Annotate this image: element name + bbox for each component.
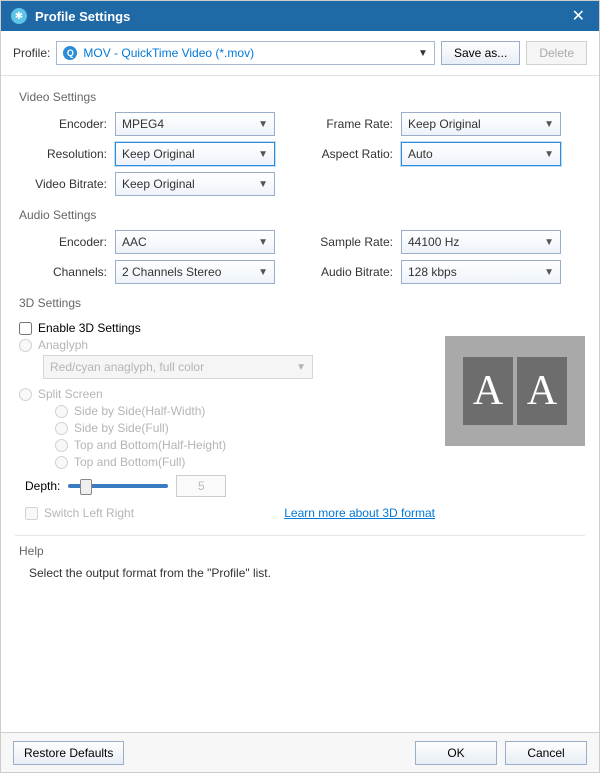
sample-rate-label: Sample Rate:	[305, 235, 401, 249]
audio-bitrate-label: Audio Bitrate:	[305, 265, 401, 279]
sample-rate-select[interactable]: 44100 Hz▼	[401, 230, 561, 254]
audio-settings-group: Audio Settings Encoder: AAC▼ Sample Rate…	[15, 208, 585, 284]
chevron-down-icon: ▼	[544, 149, 554, 160]
chevron-down-icon: ▼	[258, 179, 268, 190]
audio-encoder-label: Encoder:	[15, 235, 115, 249]
audio-bitrate-select[interactable]: 128 kbps▼	[401, 260, 561, 284]
app-icon	[11, 8, 27, 24]
tb-full-radio: Top and Bottom(Full)	[55, 455, 435, 469]
channels-select[interactable]: 2 Channels Stereo▼	[115, 260, 275, 284]
profile-value: MOV - QuickTime Video (*.mov)	[83, 46, 418, 60]
video-bitrate-select[interactable]: Keep Original▼	[115, 172, 275, 196]
quicktime-icon: Q	[63, 46, 77, 60]
aspect-ratio-label: Aspect Ratio:	[305, 147, 401, 161]
depth-slider[interactable]	[68, 484, 168, 488]
video-encoder-select[interactable]: MPEG4▼	[115, 112, 275, 136]
anaglyph-radio: Anaglyph	[19, 338, 435, 352]
chevron-down-icon: ▼	[418, 48, 428, 59]
3d-settings-group: 3D Settings Enable 3D Settings Anaglyph …	[15, 296, 585, 523]
frame-rate-label: Frame Rate:	[305, 117, 401, 131]
depth-label: Depth:	[25, 479, 60, 493]
chevron-down-icon: ▼	[296, 362, 306, 373]
footer: Restore Defaults OK Cancel	[1, 732, 599, 772]
enable-3d-checkbox[interactable]: Enable 3D Settings	[19, 321, 435, 335]
3d-settings-title: 3D Settings	[19, 296, 585, 310]
close-icon[interactable]: ✕	[568, 6, 589, 26]
anaglyph-option-select: Red/cyan anaglyph, full color▼	[43, 355, 313, 379]
sbs-full-radio: Side by Side(Full)	[55, 421, 435, 435]
split-screen-radio: Split Screen	[19, 387, 435, 401]
profile-select[interactable]: Q MOV - QuickTime Video (*.mov) ▼	[56, 41, 435, 65]
learn-more-link[interactable]: Learn more about 3D format	[284, 506, 435, 520]
sbs-half-radio: Side by Side(Half-Width)	[55, 404, 435, 418]
profile-bar: Profile: Q MOV - QuickTime Video (*.mov)…	[1, 31, 599, 76]
video-settings-title: Video Settings	[19, 90, 585, 104]
content: Video Settings Encoder: MPEG4▼ Frame Rat…	[1, 76, 599, 732]
separator	[15, 535, 585, 536]
audio-encoder-select[interactable]: AAC▼	[115, 230, 275, 254]
save-as-button[interactable]: Save as...	[441, 41, 520, 65]
video-bitrate-label: Video Bitrate:	[15, 177, 115, 191]
preview-a-right: A	[517, 357, 567, 425]
chevron-down-icon: ▼	[544, 119, 554, 130]
3d-preview: A A	[445, 336, 585, 446]
profile-label: Profile:	[13, 46, 50, 60]
audio-settings-title: Audio Settings	[19, 208, 585, 222]
titlebar: Profile Settings ✕	[1, 1, 599, 31]
video-encoder-label: Encoder:	[15, 117, 115, 131]
frame-rate-select[interactable]: Keep Original▼	[401, 112, 561, 136]
resolution-label: Resolution:	[15, 147, 115, 161]
tb-half-radio: Top and Bottom(Half-Height)	[55, 438, 435, 452]
cancel-button[interactable]: Cancel	[505, 741, 587, 765]
switch-lr-checkbox: Switch Left Right	[25, 506, 134, 520]
depth-spinner: 5	[176, 475, 226, 497]
chevron-down-icon: ▼	[258, 237, 268, 248]
preview-a-left: A	[463, 357, 513, 425]
help-title: Help	[19, 544, 585, 558]
help-group: Help Select the output format from the "…	[15, 544, 585, 580]
depth-row: Depth: 5	[25, 475, 435, 497]
chevron-down-icon: ▼	[258, 149, 268, 160]
chevron-down-icon: ▼	[258, 119, 268, 130]
chevron-down-icon: ▼	[544, 237, 554, 248]
channels-label: Channels:	[15, 265, 115, 279]
aspect-ratio-select[interactable]: Auto▼	[401, 142, 561, 166]
help-text: Select the output format from the "Profi…	[29, 566, 585, 580]
restore-defaults-button[interactable]: Restore Defaults	[13, 741, 124, 765]
chevron-down-icon: ▼	[544, 267, 554, 278]
video-settings-group: Video Settings Encoder: MPEG4▼ Frame Rat…	[15, 90, 585, 196]
enable-3d-input[interactable]	[19, 322, 32, 335]
ok-button[interactable]: OK	[415, 741, 497, 765]
chevron-down-icon: ▼	[258, 267, 268, 278]
resolution-select[interactable]: Keep Original▼	[115, 142, 275, 166]
window-title: Profile Settings	[35, 9, 568, 24]
delete-button: Delete	[526, 41, 587, 65]
